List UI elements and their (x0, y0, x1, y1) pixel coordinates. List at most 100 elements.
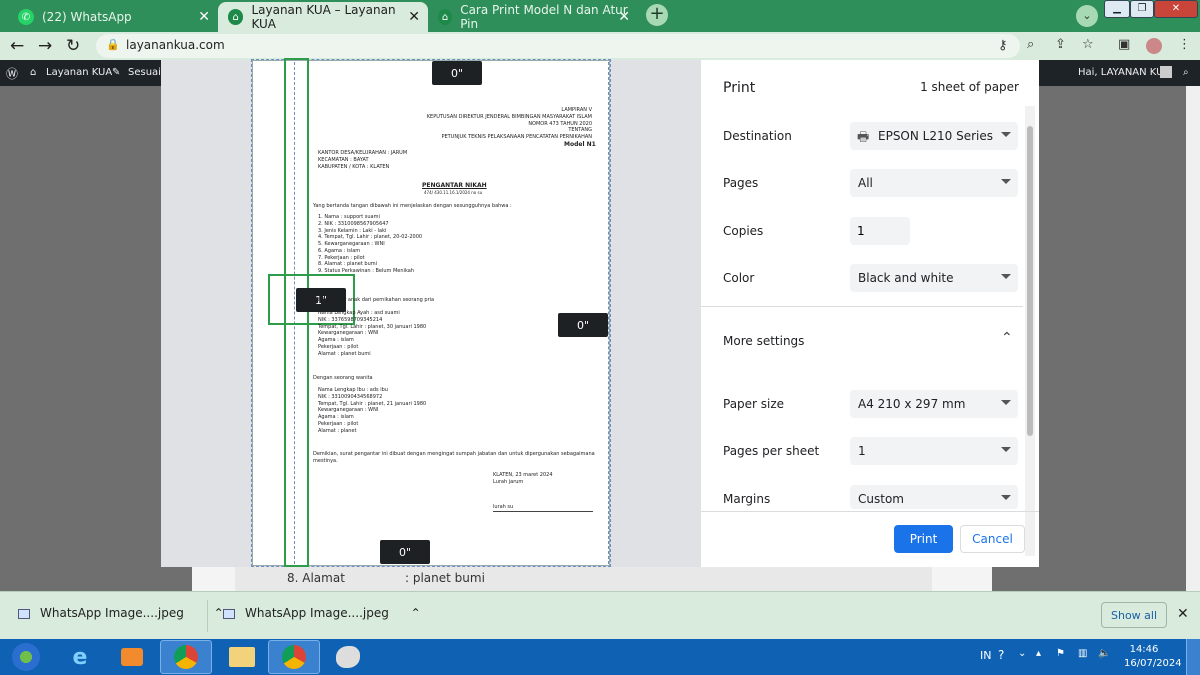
pages-select[interactable]: All (850, 169, 1018, 197)
show-desktop-button[interactable] (1186, 639, 1200, 675)
chrome-taskbar-button[interactable] (268, 640, 320, 674)
media-taskbar-button[interactable] (106, 640, 158, 674)
download-filename: WhatsApp Image....jpeg (245, 606, 389, 620)
doc-line: NIK : 3310090434568972 (318, 393, 383, 400)
chevron-up-icon[interactable]: ⌃ (411, 606, 421, 620)
minimize-button[interactable]: ▁ (1104, 0, 1130, 18)
address-bar[interactable]: 🔒 layanankua.com ⚷ (96, 34, 1020, 58)
margins-label: Margins (723, 492, 771, 506)
close-icon[interactable]: ✕ (1177, 606, 1189, 622)
download-item[interactable]: WhatsApp Image....jpeg ⌃ (223, 606, 421, 620)
network-icon[interactable]: ▥ (1078, 648, 1087, 659)
tab-layanan-kua[interactable]: ⌂ Layanan KUA – Layanan KUA ✕ (218, 2, 428, 32)
clock-date[interactable]: 16/07/2024 (1124, 658, 1182, 669)
copies-label: Copies (723, 224, 764, 238)
image-file-icon (18, 608, 30, 619)
reload-icon[interactable]: ↻ (66, 36, 80, 56)
start-button[interactable] (2, 640, 50, 674)
doc-line: KANTOR DESA/KELURAHAN : JARUM (318, 150, 408, 156)
tab-label: (22) WhatsApp (42, 10, 132, 24)
internet-explorer-icon: e (72, 644, 88, 670)
paint-taskbar-button[interactable] (322, 640, 374, 674)
explorer-taskbar-button[interactable] (216, 640, 268, 674)
destination-select[interactable]: 🖶 EPSON L210 Series (850, 122, 1018, 150)
doc-line: Alamat : planet bumi (318, 350, 371, 357)
close-window-button[interactable]: ✕ (1154, 0, 1198, 18)
page-scrollbar[interactable] (1186, 86, 1200, 591)
chevron-up-icon[interactable]: ⌃ (1001, 330, 1013, 346)
tab-search-button[interactable]: ⌄ (1076, 5, 1098, 27)
doc-with-woman: Dengan seorang wanita (313, 375, 373, 381)
close-icon[interactable]: ✕ (408, 9, 420, 25)
share-icon[interactable]: ⇪ (1055, 37, 1066, 52)
tab-label: Cara Print Model N dan Atur Pin (460, 3, 628, 31)
volume-icon[interactable]: 🔈 (1098, 648, 1110, 659)
url-text[interactable]: layanankua.com (126, 38, 225, 52)
pages-per-sheet-select[interactable]: 1 (850, 437, 1018, 465)
wp-greeting[interactable]: Hai, LAYANAN KUA (1078, 67, 1170, 78)
clock-time[interactable]: 14:46 (1124, 644, 1164, 655)
new-tab-button[interactable]: + (646, 4, 668, 26)
flag-icon[interactable]: ⚑ (1056, 648, 1065, 659)
media-player-icon (121, 648, 143, 666)
tab-cara-print[interactable]: ⌂ Cara Print Model N dan Atur Pin ✕ (428, 2, 638, 32)
ie-taskbar-button[interactable]: e (54, 640, 106, 674)
color-value: Black and white (858, 271, 954, 285)
avatar (1160, 66, 1172, 78)
zoom-icon[interactable]: ⌕ (1027, 37, 1034, 52)
chrome-taskbar-button[interactable] (160, 640, 212, 674)
help-icon[interactable]: ? (998, 648, 1004, 662)
bookmark-star-icon[interactable]: ☆ (1082, 37, 1094, 52)
paper-size-select[interactable]: A4 210 x 297 mm (850, 390, 1018, 418)
paper-size-value: A4 210 x 297 mm (858, 397, 966, 411)
tray-expand-icon[interactable]: ⌄ (1018, 648, 1026, 659)
margins-select[interactable]: Custom (850, 485, 1018, 509)
profile-avatar[interactable] (1146, 38, 1162, 54)
chevron-up-icon[interactable]: ▴ (1036, 648, 1041, 659)
side-panel-icon[interactable]: ▣ (1118, 37, 1130, 52)
top-margin-badge[interactable]: 0" (432, 61, 482, 85)
doc-closing: Demikian, surat pengantar ini dibuat den… (313, 451, 595, 465)
maximize-button[interactable]: ❐ (1130, 0, 1154, 18)
cancel-button[interactable]: Cancel (960, 525, 1025, 553)
destination-label: Destination (723, 129, 792, 143)
download-filename: WhatsApp Image....jpeg (40, 606, 184, 620)
tab-whatsapp[interactable]: ✆ (22) WhatsApp ✕ (8, 2, 218, 32)
doc-line: 7. Pekerjaan : pilot (318, 254, 365, 261)
pages-value: All (858, 176, 873, 190)
divider (207, 600, 208, 632)
language-indicator[interactable]: IN (980, 649, 991, 662)
windows-logo-icon (12, 643, 40, 671)
color-select[interactable]: Black and white (850, 264, 1018, 292)
close-icon[interactable]: ✕ (198, 9, 210, 25)
right-margin-badge[interactable]: 0" (558, 313, 608, 337)
chevron-down-icon (1001, 132, 1011, 137)
color-label: Color (723, 271, 755, 285)
wordpress-icon[interactable]: Ⓦ (6, 65, 18, 82)
doc-line: PETUNJUK TEKNIS PELAKSANAAN PENCATATAN P… (441, 134, 592, 140)
bottom-margin-badge[interactable]: 0" (380, 540, 430, 564)
wp-site-link[interactable]: Layanan KUA (46, 67, 112, 78)
key-icon[interactable]: ⚷ (998, 38, 1008, 53)
windows-taskbar: e IN ? ⌄ ▴ ⚑ ▥ 🔈 14:46 16/07/2024 (0, 639, 1200, 675)
right-margin-guide[interactable] (608, 62, 609, 564)
scrollbar-thumb[interactable] (1027, 126, 1033, 436)
lock-icon: 🔒 (106, 38, 120, 51)
copies-input[interactable]: 1 (850, 217, 910, 245)
close-icon[interactable]: ✕ (618, 9, 630, 25)
menu-icon[interactable]: ⋮ (1178, 37, 1191, 52)
forward-icon[interactable]: → (38, 36, 52, 56)
print-button[interactable]: Print (894, 525, 953, 553)
doc-line: Pekerjaan : pilot (318, 420, 359, 427)
browser-toolbar: ← → ↻ 🔒 layanankua.com ⚷ ⌕ ⇪ ☆ ▣ ⋮ (0, 32, 1200, 60)
more-settings-toggle[interactable]: More settings (723, 334, 804, 348)
search-icon[interactable]: ⌕ (1183, 67, 1189, 78)
show-all-button[interactable]: Show all (1101, 602, 1167, 628)
download-item[interactable]: WhatsApp Image....jpeg ⌃ (18, 606, 224, 620)
back-icon[interactable]: ← (10, 36, 24, 56)
doc-line: Kewarganegaraan : WNI (318, 407, 379, 414)
doc-line: Kewarganegaraan : WNI (318, 330, 379, 337)
doc-intro: Yang bertanda tangan dibawah ini menjela… (313, 203, 512, 209)
settings-scrollbar[interactable] (1025, 106, 1035, 556)
print-title: Print (723, 80, 756, 96)
